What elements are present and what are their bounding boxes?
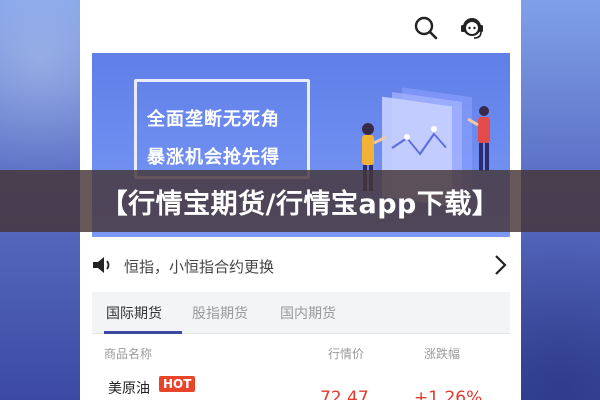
tab-domestic-futures[interactable]: 国内期货 bbox=[280, 303, 336, 323]
overlay-title: 【行情宝期货/行情宝app下载】 bbox=[100, 188, 500, 220]
banner-line-2: 暴涨机会抢先得 bbox=[147, 147, 280, 168]
active-tab-indicator bbox=[104, 331, 182, 334]
product-name: 美原油 bbox=[108, 381, 150, 397]
hot-badge: HOT bbox=[159, 376, 196, 392]
product-change: +1.26% bbox=[414, 388, 483, 400]
chevron-right-icon[interactable] bbox=[492, 253, 508, 281]
speaker-icon bbox=[90, 255, 114, 279]
notice-text: 恒指，小恒指合约更换 bbox=[124, 258, 275, 276]
banner-line-1: 全面垄断无死角 bbox=[147, 109, 280, 130]
customer-service-icon[interactable] bbox=[456, 12, 488, 44]
table-header: 商品名称 行情价 涨跌幅 bbox=[92, 342, 510, 364]
tab-international-futures[interactable]: 国际期货 bbox=[106, 303, 162, 323]
search-icon[interactable] bbox=[410, 12, 442, 44]
header-price: 行情价 bbox=[328, 347, 365, 361]
notice-bar[interactable]: 恒指，小恒指合约更换 bbox=[80, 246, 521, 284]
header-change: 涨跌幅 bbox=[424, 347, 461, 361]
top-bar bbox=[80, 0, 521, 55]
product-price: 72.47 bbox=[320, 388, 369, 400]
tab-index-futures[interactable]: 股指期货 bbox=[192, 303, 248, 323]
header-product-name: 商品名称 bbox=[104, 347, 153, 361]
table-row[interactable]: 美原油 HOT 72.47 +1.26% bbox=[92, 372, 510, 400]
title-overlay: 【行情宝期货/行情宝app下载】 bbox=[0, 170, 600, 232]
market-tabs: 国际期货 股指期货 国内期货 bbox=[92, 292, 510, 334]
